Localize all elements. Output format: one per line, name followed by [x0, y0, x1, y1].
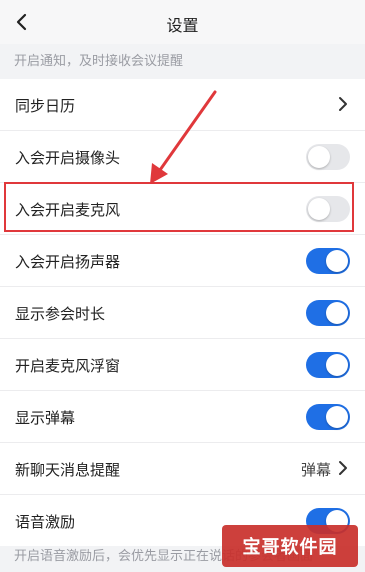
- setting-label: 显示参会时长: [15, 305, 106, 323]
- toggle-knob: [308, 198, 330, 220]
- setting-label: 开启麦克风浮窗: [15, 357, 121, 375]
- toggle-knob: [326, 250, 348, 272]
- setting-label: 语音激励: [15, 513, 76, 531]
- duration-toggle[interactable]: [306, 300, 350, 326]
- setting-mic-float-window: 开启麦克风浮窗: [0, 339, 365, 391]
- setting-label: 入会开启摄像头: [15, 149, 121, 167]
- setting-new-chat-alert[interactable]: 新聊天消息提醒 弹幕: [0, 443, 365, 495]
- setting-label: 显示弹幕: [15, 409, 76, 427]
- setting-label: 入会开启扬声器: [15, 253, 121, 271]
- toggle-knob: [308, 146, 330, 168]
- notification-hint: 开启通知，及时接收会议提醒: [14, 54, 184, 69]
- top-bar: 设置: [0, 0, 365, 44]
- setting-join-camera: 入会开启摄像头: [0, 131, 365, 183]
- toggle-knob: [326, 302, 348, 324]
- setting-show-danmaku: 显示弹幕: [0, 391, 365, 443]
- toggle-knob: [326, 354, 348, 376]
- setting-label: 入会开启麦克风: [15, 201, 121, 219]
- setting-join-speaker: 入会开启扬声器: [0, 235, 365, 287]
- setting-show-duration: 显示参会时长: [0, 287, 365, 339]
- setting-sync-calendar[interactable]: 同步日历: [0, 79, 365, 131]
- camera-toggle[interactable]: [306, 144, 350, 170]
- speaker-toggle[interactable]: [306, 248, 350, 274]
- danmaku-toggle[interactable]: [306, 404, 350, 430]
- chevron-right-icon: [339, 461, 347, 475]
- microphone-toggle[interactable]: [306, 196, 350, 222]
- setting-label: 同步日历: [15, 97, 76, 115]
- setting-value: 弹幕: [300, 461, 331, 479]
- mic-float-toggle[interactable]: [306, 352, 350, 378]
- page-title: 设置: [166, 16, 199, 35]
- toggle-knob: [326, 406, 348, 428]
- settings-list: 同步日历 入会开启摄像头 入会开启麦克风 入会开启扬声器 显示参会时长 开启麦克…: [0, 79, 365, 546]
- chevron-right-icon: [339, 97, 347, 111]
- setting-label: 新聊天消息提醒: [15, 461, 121, 479]
- setting-join-microphone: 入会开启麦克风: [0, 183, 365, 235]
- watermark-logo: 宝哥软件园: [222, 525, 358, 567]
